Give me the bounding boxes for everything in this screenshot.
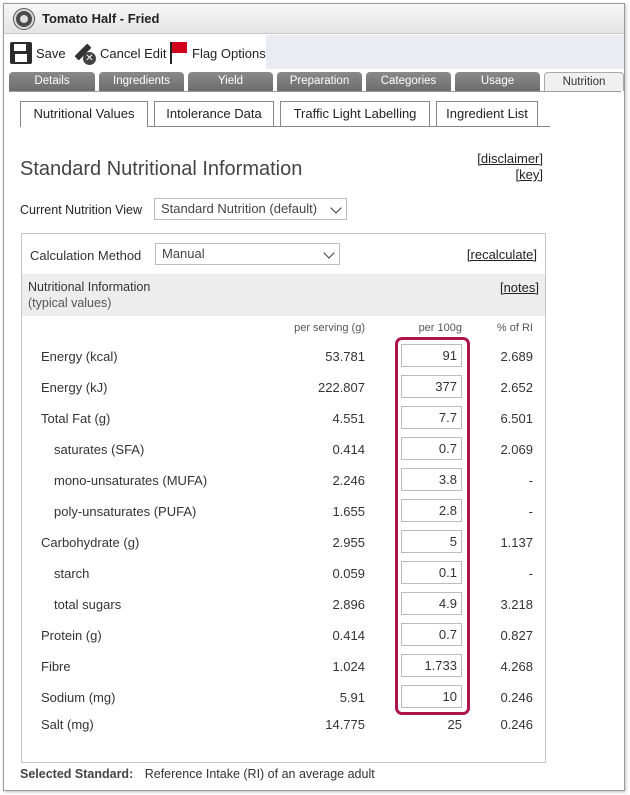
row-ri: - bbox=[528, 473, 533, 488]
col-header-per-100g: per 100g bbox=[418, 322, 462, 334]
row-ri: 2.069 bbox=[500, 442, 533, 457]
selected-standard-value: Reference Intake (RI) of an average adul… bbox=[144, 767, 375, 781]
row-name: Sodium (mg) bbox=[41, 690, 116, 705]
row-per-serving: 2.955 bbox=[332, 535, 365, 550]
row-name: Protein (g) bbox=[41, 628, 102, 643]
per-100g-highlight-box bbox=[395, 337, 470, 715]
row-per-serving: 5.91 bbox=[339, 690, 365, 705]
recalculate-link[interactable]: [recalculate] bbox=[467, 247, 537, 262]
row-per-serving: 1.024 bbox=[332, 659, 365, 674]
row-ri: 3.218 bbox=[500, 597, 533, 612]
flag-icon bbox=[168, 41, 188, 65]
row-ri: 4.268 bbox=[500, 659, 533, 674]
selected-standard-label: Selected Standard: bbox=[20, 767, 134, 781]
row-ri: 2.652 bbox=[500, 380, 533, 395]
save-button[interactable]: Save bbox=[10, 41, 66, 65]
row-per-serving: 2.896 bbox=[332, 597, 365, 612]
toolbar: Save ✕ Cancel Edit Flag Options bbox=[4, 35, 624, 69]
chevron-down-icon bbox=[323, 247, 335, 259]
tab-details[interactable]: Details bbox=[9, 72, 95, 91]
calculation-method-value: Manual bbox=[162, 246, 205, 261]
row-name: poly-unsaturates (PUFA) bbox=[54, 504, 197, 519]
row-ri: - bbox=[528, 566, 533, 581]
row-name: mono-unsaturates (MUFA) bbox=[54, 473, 208, 488]
row-ri: - bbox=[528, 504, 533, 519]
nutrition-info-subtitle: (typical values) bbox=[28, 296, 112, 310]
row-per-serving: 4.551 bbox=[332, 411, 365, 426]
row-ri: 0.827 bbox=[500, 628, 533, 643]
record-icon bbox=[14, 9, 34, 29]
row-name: starch bbox=[54, 566, 90, 581]
calculation-method-label: Calculation Method bbox=[30, 248, 142, 263]
row-name: Carbohydrate (g) bbox=[41, 535, 140, 550]
row-per-serving: 0.059 bbox=[332, 566, 365, 581]
tab-categories[interactable]: Categories bbox=[366, 72, 451, 91]
row-ri: 0.246 bbox=[500, 690, 533, 705]
sub-tabs: Nutritional Values Intolerance Data Traf… bbox=[20, 101, 550, 127]
row-name: Energy (kcal) bbox=[41, 349, 118, 364]
chevron-down-icon bbox=[330, 202, 342, 214]
selected-standard: Selected Standard: Reference Intake (RI)… bbox=[20, 767, 375, 781]
row-per-serving: 0.414 bbox=[332, 442, 365, 457]
row-ri: 2.689 bbox=[500, 349, 533, 364]
col-header-per-serving: per serving (g) bbox=[294, 322, 365, 334]
notes-link[interactable]: [notes] bbox=[500, 280, 539, 295]
row-per-serving: 14.775 bbox=[325, 717, 365, 732]
row-name: Total Fat (g) bbox=[41, 411, 111, 426]
nutrition-view-value: Standard Nutrition (default) bbox=[161, 201, 318, 216]
nutrition-view-select[interactable]: Standard Nutrition (default) bbox=[154, 198, 347, 220]
subtab-ingredient-list[interactable]: Ingredient List bbox=[436, 101, 538, 126]
disclaimer-link[interactable]: [disclaimer] bbox=[477, 151, 543, 166]
cancel-edit-button[interactable]: ✕ Cancel Edit bbox=[72, 41, 166, 65]
page-title: Standard Nutritional Information bbox=[20, 158, 303, 180]
col-header-ri: % of RI bbox=[496, 322, 533, 334]
nutrition-panel: Calculation Method Manual [recalculate] … bbox=[21, 233, 546, 763]
nutrition-info-title: Nutritional Information bbox=[28, 280, 151, 294]
row-name: total sugars bbox=[54, 597, 122, 612]
tab-nutrition[interactable]: Nutrition bbox=[544, 72, 624, 91]
row-ri: 0.246 bbox=[500, 717, 533, 732]
subtab-nutritional-values[interactable]: Nutritional Values bbox=[20, 101, 148, 127]
cancel-edit-label: Cancel Edit bbox=[100, 45, 167, 61]
row-ri: 6.501 bbox=[500, 411, 533, 426]
cancel-edit-icon: ✕ bbox=[72, 41, 96, 65]
row-name: Energy (kJ) bbox=[41, 380, 108, 395]
nutrition-view-label: Current Nutrition View bbox=[20, 203, 143, 217]
flag-options-button[interactable]: Flag Options bbox=[168, 41, 266, 65]
tab-usage[interactable]: Usage bbox=[455, 72, 540, 91]
row-per-100g: 25 bbox=[447, 717, 462, 732]
calculation-method-select[interactable]: Manual bbox=[155, 243, 340, 265]
key-link[interactable]: [key] bbox=[516, 167, 543, 182]
main-tabs: Details Ingredients Yield Preparation Ca… bbox=[9, 72, 624, 92]
row-per-serving: 53.781 bbox=[325, 349, 365, 364]
nutrition-info-header: Nutritional Information (typical values)… bbox=[22, 274, 545, 316]
tab-yield[interactable]: Yield bbox=[188, 72, 273, 91]
tab-preparation[interactable]: Preparation bbox=[277, 72, 362, 91]
row-ri: 1.137 bbox=[500, 535, 533, 550]
row-per-serving: 2.246 bbox=[332, 473, 365, 488]
subtab-intolerance-data[interactable]: Intolerance Data bbox=[154, 101, 274, 126]
window-title: Tomato Half - Fried bbox=[42, 11, 160, 26]
tabs-divider bbox=[9, 91, 621, 92]
save-icon bbox=[10, 42, 32, 64]
subtab-traffic-light-labelling[interactable]: Traffic Light Labelling bbox=[280, 101, 430, 126]
row-per-serving: 222.807 bbox=[318, 380, 365, 395]
title-bar: Tomato Half - Fried bbox=[4, 4, 624, 34]
row-per-serving: 0.414 bbox=[332, 628, 365, 643]
row-per-serving: 1.655 bbox=[332, 504, 365, 519]
row-name: saturates (SFA) bbox=[54, 442, 145, 457]
app-window: Tomato Half - Fried Save ✕ Cancel Edit F… bbox=[3, 3, 625, 791]
header-links: [disclaimer] [key] bbox=[477, 151, 543, 183]
row-name: Fibre bbox=[41, 659, 71, 674]
save-label: Save bbox=[36, 45, 66, 61]
row-name: Salt (mg) bbox=[41, 717, 94, 732]
tab-ingredients[interactable]: Ingredients bbox=[99, 72, 184, 91]
flag-options-label: Flag Options bbox=[192, 45, 266, 61]
